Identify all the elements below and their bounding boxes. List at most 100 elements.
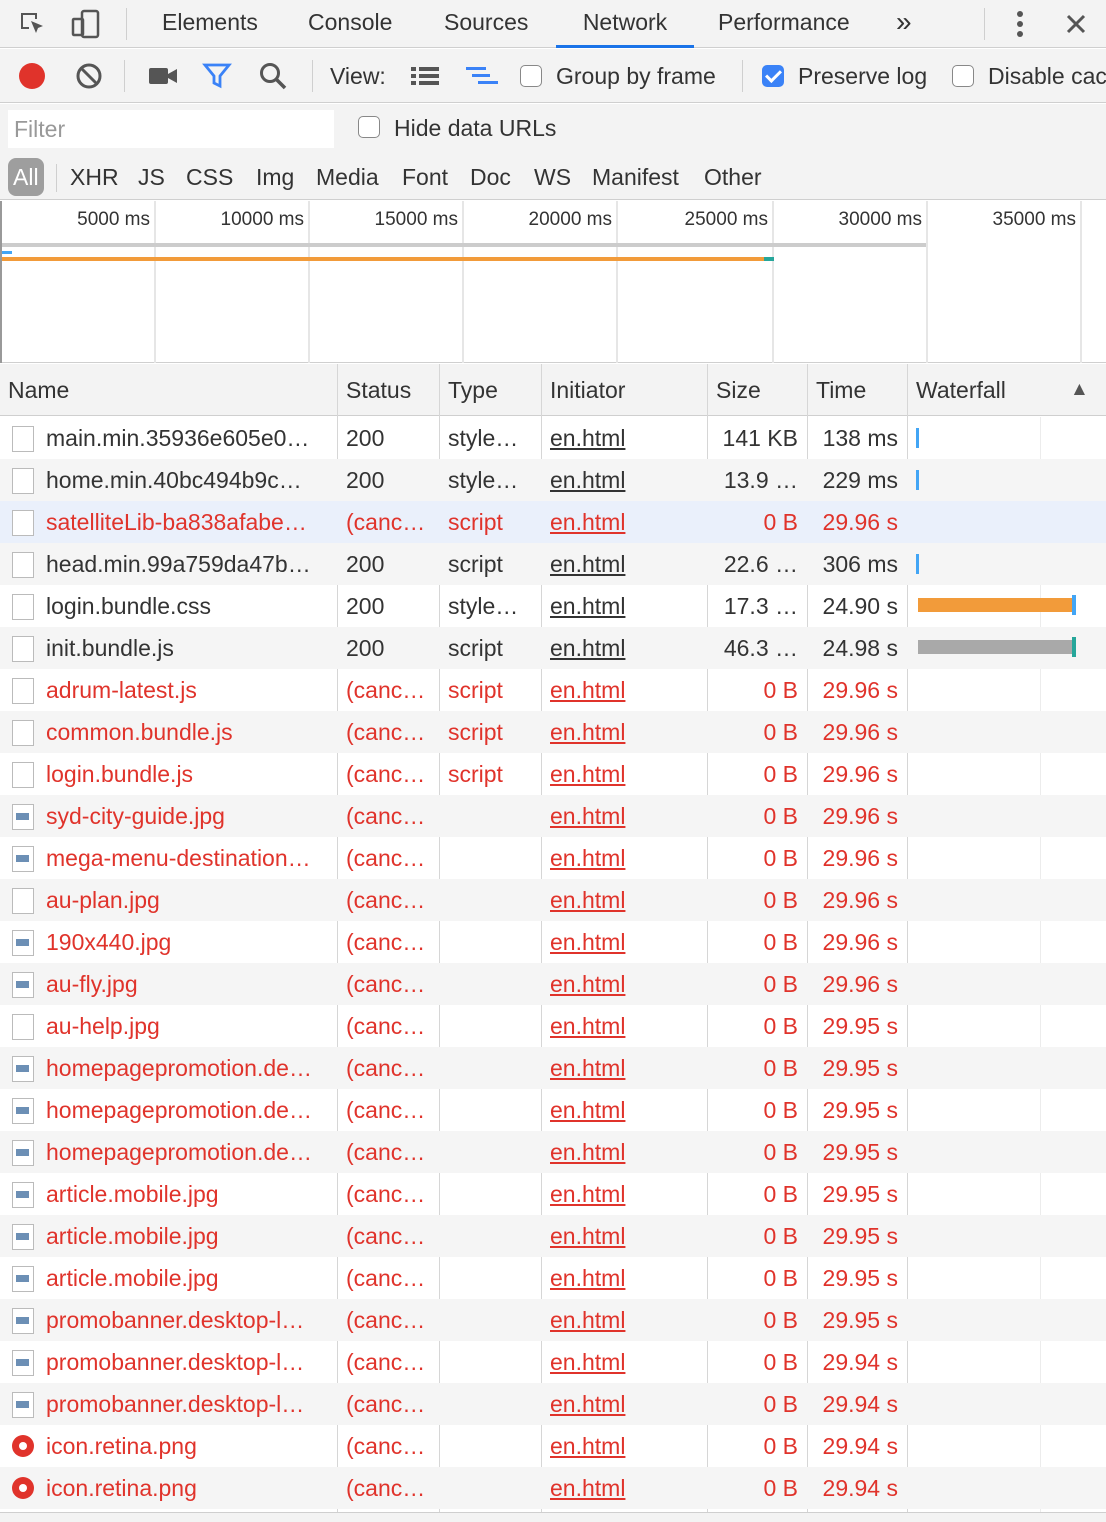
request-initiator[interactable]: en.html (550, 1173, 700, 1215)
checkbox-box[interactable] (520, 65, 542, 87)
column-size[interactable]: Size (708, 364, 806, 416)
inspect-element-icon[interactable] (14, 6, 50, 42)
table-row[interactable]: home.min.40bc494b9c… 200 style… en.html 13.9… (0, 459, 1106, 501)
request-initiator[interactable]: en.html (550, 1467, 700, 1509)
request-initiator[interactable]: en.html (550, 627, 700, 669)
table-row[interactable]: promobanner.desktop-l… (canc… en.html 0 B 29… (0, 1341, 1106, 1383)
column-type[interactable]: Type (440, 364, 540, 416)
clear-icon[interactable] (74, 58, 104, 94)
request-initiator[interactable]: en.html (550, 459, 700, 501)
type-doc[interactable]: Doc (466, 158, 515, 196)
table-row[interactable]: adrum-latest.js (canc… script en.html 0 B 29.… (0, 669, 1106, 711)
table-row[interactable]: article.mobile.jpg (canc… en.html 0 B 29.95 … (0, 1257, 1106, 1299)
request-initiator[interactable]: en.html (550, 1257, 700, 1299)
request-initiator[interactable]: en.html (550, 837, 700, 879)
request-initiator[interactable]: en.html (550, 1341, 700, 1383)
column-initiator[interactable]: Initiator (542, 364, 706, 416)
more-tabs-icon[interactable]: » (892, 0, 916, 48)
request-initiator[interactable]: en.html (550, 879, 700, 921)
hide-data-urls-checkbox[interactable] (358, 116, 380, 144)
type-ws[interactable]: WS (530, 158, 575, 196)
table-row[interactable]: login.bundle.js (canc… script en.html 0 B 29.… (0, 753, 1106, 795)
table-row[interactable]: main.min.35936e605e0… 200 style… en.html 141… (0, 417, 1106, 459)
checkbox-box[interactable] (762, 65, 784, 87)
disable-cache-checkbox[interactable] (952, 58, 974, 94)
request-initiator[interactable]: en.html (550, 585, 700, 627)
request-initiator[interactable]: en.html (550, 963, 700, 1005)
type-manifest[interactable]: Manifest (588, 158, 683, 196)
table-row[interactable]: homepagepromotion.de… (canc… en.html 0 B 29.… (0, 1047, 1106, 1089)
table-row[interactable]: satelliteLib-ba838afabe… (canc… script en.h… (0, 501, 1106, 543)
table-row[interactable]: login.bundle.css 200 style… en.html 17.3 … 24… (0, 585, 1106, 627)
column-time[interactable]: Time (808, 364, 906, 416)
table-row[interactable]: syd-city-guide.jpg (canc… en.html 0 B 29.96 … (0, 795, 1106, 837)
type-xhr[interactable]: XHR (66, 158, 123, 196)
request-initiator[interactable]: en.html (550, 1089, 700, 1131)
tab-elements[interactable]: Elements (158, 0, 262, 48)
table-row[interactable]: icon.retina.png (canc… en.html 0 B 29.94 s (0, 1467, 1106, 1509)
request-initiator[interactable]: en.html (550, 669, 700, 711)
tab-console[interactable]: Console (304, 0, 396, 48)
checkbox-box[interactable] (358, 116, 380, 138)
request-initiator[interactable]: en.html (550, 921, 700, 963)
checkbox-box[interactable] (952, 65, 974, 87)
table-row[interactable]: mega-menu-destination… (canc… en.html 0 B 29… (0, 837, 1106, 879)
type-other[interactable]: Other (700, 158, 766, 196)
request-initiator[interactable]: en.html (550, 1299, 700, 1341)
type-media[interactable]: Media (312, 158, 383, 196)
column-status[interactable]: Status (338, 364, 438, 416)
table-row[interactable]: init.bundle.js 200 script en.html 46.3 … 24.9… (0, 627, 1106, 669)
request-initiator[interactable]: en.html (550, 1131, 700, 1173)
table-row[interactable]: promobanner.desktop-l… (canc… en.html 0 B 29… (0, 1299, 1106, 1341)
column-waterfall[interactable]: Waterfall (908, 364, 1068, 416)
request-initiator[interactable]: en.html (550, 795, 700, 837)
filter-icon[interactable] (202, 58, 232, 94)
table-row[interactable]: promobanner.desktop-l… (canc… en.html 0 B 29… (0, 1383, 1106, 1425)
table-row[interactable]: homepagepromotion.de… (canc… en.html 0 B 29.… (0, 1131, 1106, 1173)
search-icon[interactable] (258, 58, 288, 94)
camera-icon[interactable] (148, 58, 178, 94)
waterfall-view-icon[interactable] (464, 58, 500, 94)
table-row[interactable]: au-plan.jpg (canc… en.html 0 B 29.96 s (0, 879, 1106, 921)
request-name: login.bundle.js (46, 761, 194, 787)
table-row[interactable]: au-help.jpg (canc… en.html 0 B 29.95 s (0, 1005, 1106, 1047)
request-initiator[interactable]: en.html (550, 501, 700, 543)
request-initiator[interactable]: en.html (550, 543, 700, 585)
request-initiator[interactable]: en.html (550, 1215, 700, 1257)
table-row[interactable]: head.min.99a759da47b… 200 script en.html 22.… (0, 543, 1106, 585)
table-row[interactable]: article.mobile.jpg (canc… en.html 0 B 29.95 … (0, 1173, 1106, 1215)
more-options-icon[interactable] (1002, 6, 1038, 42)
record-icon[interactable] (16, 58, 48, 94)
tab-performance[interactable]: Performance (714, 0, 854, 48)
request-initiator[interactable]: en.html (550, 1383, 700, 1425)
tab-sources[interactable]: Sources (440, 0, 532, 48)
network-overview[interactable]: 5000 ms 10000 ms 15000 ms 20000 ms 25000… (0, 201, 1106, 363)
preserve-log-checkbox[interactable] (762, 58, 784, 94)
tab-network[interactable]: Network (556, 0, 694, 48)
request-initiator[interactable]: en.html (550, 711, 700, 753)
filter-input[interactable] (8, 110, 334, 148)
column-name[interactable]: Name (0, 364, 336, 416)
table-row[interactable]: common.bundle.js (canc… script en.html 0 B 29… (0, 711, 1106, 753)
close-icon[interactable] (1058, 6, 1094, 42)
type-js[interactable]: JS (134, 158, 169, 196)
table-row[interactable]: article.mobile.jpg (canc… en.html 0 B 29.95 … (0, 1215, 1106, 1257)
request-initiator[interactable]: en.html (550, 753, 700, 795)
type-all[interactable]: All (8, 158, 44, 196)
type-css[interactable]: CSS (182, 158, 237, 196)
group-by-frame-checkbox[interactable] (520, 58, 542, 94)
request-name: init.bundle.js (46, 635, 174, 661)
request-initiator[interactable]: en.html (550, 417, 700, 459)
sort-ascending-icon[interactable]: ▲ (1062, 364, 1089, 416)
table-row[interactable]: au-fly.jpg (canc… en.html 0 B 29.96 s (0, 963, 1106, 1005)
device-toolbar-icon[interactable] (68, 6, 104, 42)
request-initiator[interactable]: en.html (550, 1005, 700, 1047)
request-initiator[interactable]: en.html (550, 1047, 700, 1089)
table-row[interactable]: homepagepromotion.de… (canc… en.html 0 B 29.… (0, 1089, 1106, 1131)
type-img[interactable]: Img (252, 158, 298, 196)
table-row[interactable]: icon.retina.png (canc… en.html 0 B 29.94 s (0, 1425, 1106, 1467)
request-initiator[interactable]: en.html (550, 1425, 700, 1467)
large-rows-icon[interactable] (410, 58, 440, 94)
table-row[interactable]: 190x440.jpg (canc… en.html 0 B 29.96 s (0, 921, 1106, 963)
type-font[interactable]: Font (398, 158, 452, 196)
